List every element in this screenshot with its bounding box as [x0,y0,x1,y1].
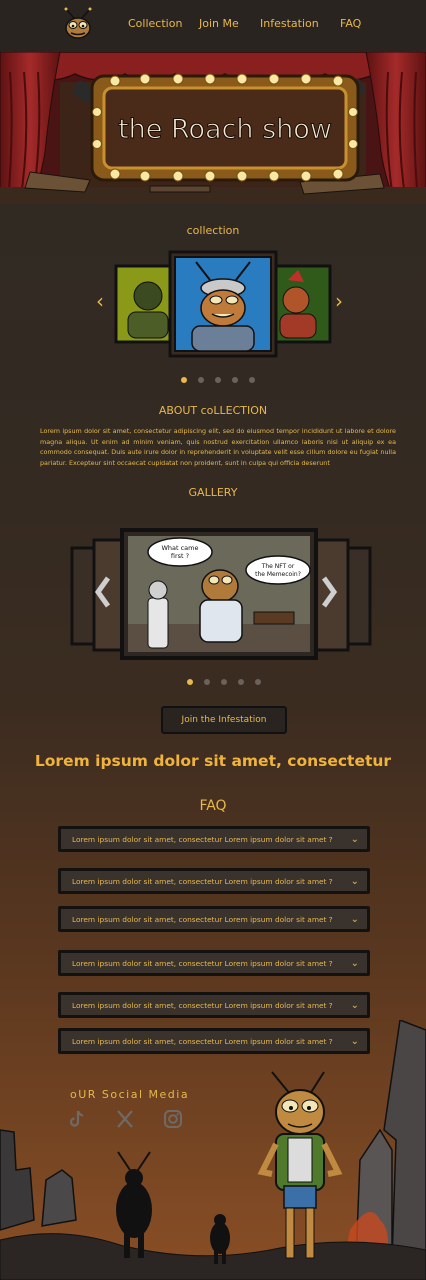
chevron-down-icon[interactable]: ⌄ [351,876,359,887]
gallery-carousel: What came first ? The NFT or the Memecoin? [70,528,372,660]
nav-infestation[interactable]: Infestation [260,17,319,30]
nav-join-me[interactable]: Join Me [199,17,239,30]
marquee-title: the Roach show [118,114,332,145]
gallery-dot[interactable] [238,679,244,685]
roach-logo[interactable] [60,6,96,42]
carousel-prev-arrow[interactable]: ‹ [96,289,104,313]
faq-item[interactable]: Lorem ipsum dolor sit amet, consectetur … [58,826,370,852]
faq-question: Lorem ipsum dolor sit amet, consectetur … [72,1000,333,1010]
gallery-title: GALLERY [188,486,238,499]
carousel-dot[interactable] [232,377,238,383]
instagram-icon[interactable] [162,1108,184,1130]
chevron-down-icon[interactable]: ⌄ [351,1000,359,1011]
gallery-dot[interactable] [204,679,210,685]
tiktok-icon[interactable] [66,1108,88,1130]
gallery-dot[interactable] [255,679,261,685]
join-infestation-button[interactable]: Join the Infestation [161,706,287,734]
social-title: oUR Social Media [70,1088,190,1101]
chevron-down-icon[interactable]: ⌄ [351,958,359,969]
collection-carousel: ‹ › [96,250,343,358]
faq-question: Lorem ipsum dolor sit amet, consectetur … [72,958,333,968]
hero-banner: the Roach show [0,52,426,204]
faq-item[interactable]: Lorem ipsum dolor sit amet, consectetur … [58,906,370,932]
carousel-dot[interactable] [198,377,204,383]
about-paragraph: Lorem ipsum dolor sit amet, consectetur … [40,427,396,467]
faq-title: FAQ [199,798,227,814]
x-icon[interactable] [114,1108,136,1130]
nav-faq[interactable]: FAQ [340,17,361,30]
faq-question: Lorem ipsum dolor sit amet, consectetur … [72,914,333,924]
faq-question: Lorem ipsum dolor sit amet, consectetur … [72,834,333,844]
faq-item[interactable]: Lorem ipsum dolor sit amet, consectetur … [58,992,370,1018]
carousel-dot[interactable] [249,377,255,383]
faq-question: Lorem ipsum dolor sit amet, consectetur … [72,876,333,886]
chevron-down-icon[interactable]: ⌄ [351,834,359,845]
faq-item[interactable]: Lorem ipsum dolor sit amet, consectetur … [58,868,370,894]
top-nav: Collection Join Me Infestation FAQ [0,0,426,52]
nav-collection[interactable]: Collection [128,17,182,30]
gallery-dots [187,679,261,685]
carousel-next-arrow[interactable]: › [335,289,343,313]
gallery-dot[interactable] [187,679,193,685]
ruined-city-illustration [0,1020,426,1280]
gallery-bubble-right: The NFT or the Memecoin? [255,563,301,578]
chevron-down-icon[interactable]: ⌄ [351,914,359,925]
stage-illustration: the Roach show [0,52,426,204]
carousel-dot[interactable] [181,377,187,383]
tagline: Lorem ipsum dolor sit amet, consectetur [34,752,392,770]
about-title: ABOUT coLLECTION [158,404,268,417]
gallery-dot[interactable] [221,679,227,685]
collection-title: collection [186,224,240,237]
collection-dots [181,377,255,383]
carousel-dot[interactable] [215,377,221,383]
faq-item[interactable]: Lorem ipsum dolor sit amet, consectetur … [58,950,370,976]
